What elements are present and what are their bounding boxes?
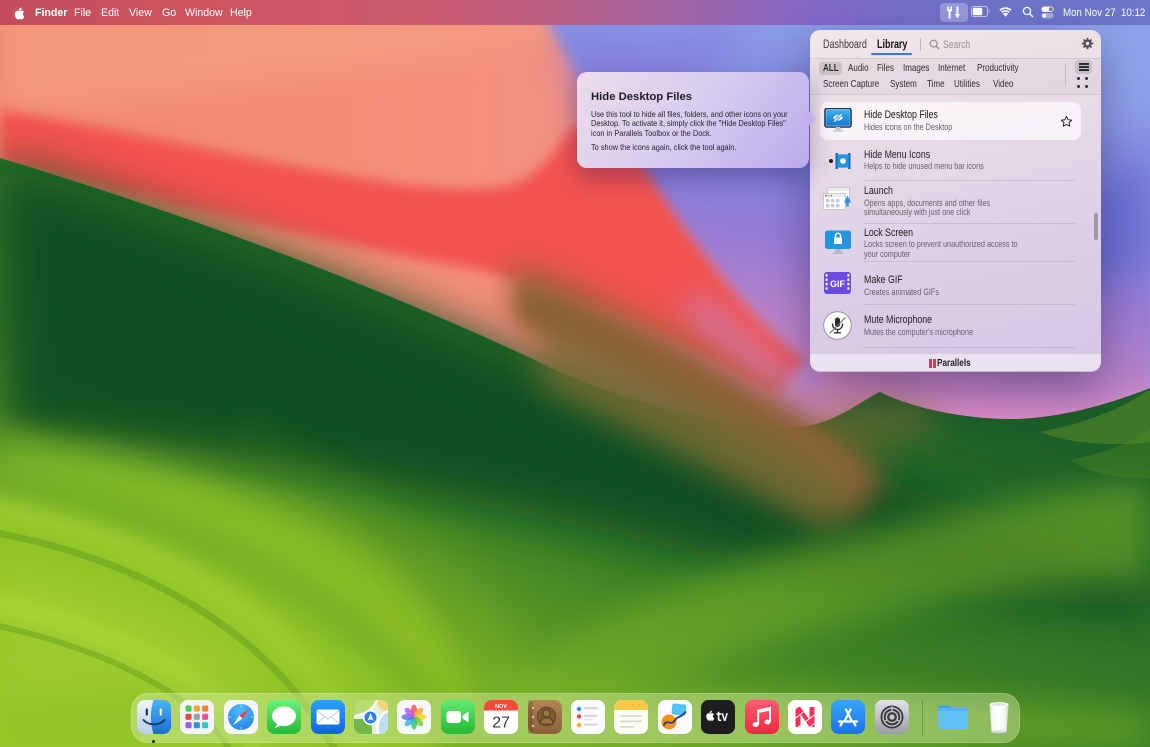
svg-text:27: 27 — [492, 714, 510, 731]
svg-text:GIF: GIF — [830, 279, 846, 289]
svg-text:NOV: NOV — [495, 704, 507, 710]
